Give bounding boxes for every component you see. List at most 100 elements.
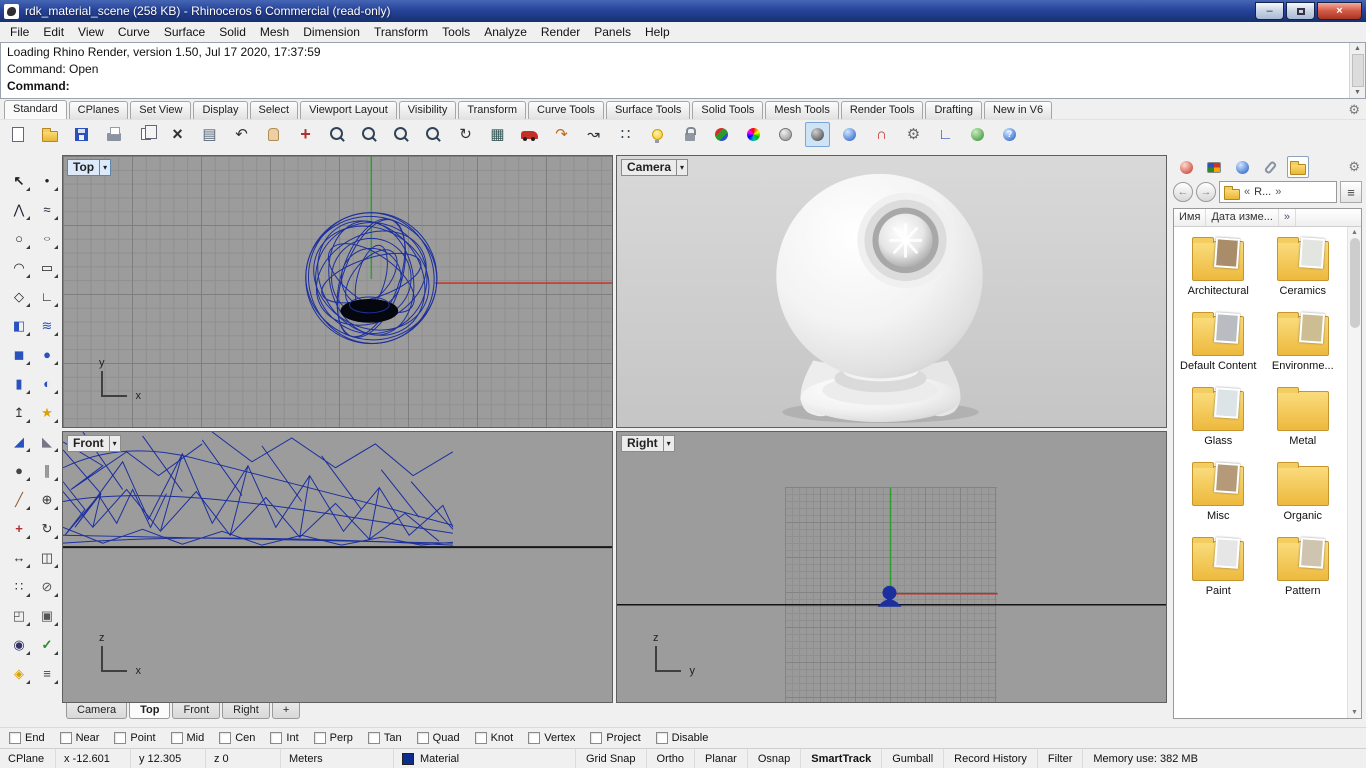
units-pane[interactable]: Meters	[281, 749, 394, 768]
zoom-extents-icon[interactable]	[421, 122, 446, 147]
toolbar-tab[interactable]: CPlanes	[69, 101, 129, 119]
rectangle-tool-icon[interactable]: ▭	[35, 255, 59, 279]
status-toggle[interactable]: Osnap	[748, 749, 801, 768]
viewport-title[interactable]: Top	[67, 159, 100, 176]
scrollbar-thumb[interactable]	[1352, 54, 1364, 87]
scale-tool-icon[interactable]: ↔	[7, 545, 31, 569]
panel-gear-icon[interactable]: ⚙	[1348, 159, 1360, 175]
toolbar-tab[interactable]: Surface Tools	[606, 101, 690, 119]
cplane-pane[interactable]: CPlane	[0, 749, 56, 768]
osnap-toggle[interactable]: Point	[114, 732, 155, 744]
checkbox[interactable]	[368, 732, 380, 744]
back-button[interactable]: ←	[1173, 182, 1193, 202]
viewport-menu-arrow-icon[interactable]: ▾	[110, 435, 121, 452]
viewport-title[interactable]: Camera	[621, 159, 677, 176]
save-icon[interactable]	[69, 122, 94, 147]
toolbar-tab[interactable]: Mesh Tools	[765, 101, 838, 119]
block-tool-icon[interactable]: ▣	[35, 603, 59, 627]
osnap-toggle[interactable]: Int	[270, 732, 298, 744]
delete-icon[interactable]: ×	[165, 122, 190, 147]
checkbox[interactable]	[314, 732, 326, 744]
library-folder-item[interactable]: Pattern	[1261, 535, 1346, 598]
checkbox[interactable]	[60, 732, 72, 744]
checkbox[interactable]	[171, 732, 183, 744]
curve-tool-icon[interactable]: ≈	[35, 197, 59, 221]
undo-icon[interactable]: ↶	[229, 122, 254, 147]
breadcrumb[interactable]: « R... »	[1219, 181, 1337, 203]
viewport-right[interactable]: Right ▾ z y	[616, 431, 1167, 703]
car-icon[interactable]	[517, 122, 542, 147]
viewport-menu-arrow-icon[interactable]: ▾	[677, 159, 688, 176]
column-header[interactable]: Дата изме...	[1206, 209, 1278, 226]
scroll-down-icon[interactable]: ▼	[1354, 89, 1361, 96]
toolbar-tab[interactable]: Standard	[4, 100, 67, 119]
viewport-title[interactable]: Front	[67, 435, 110, 452]
zoom-dynamic-icon[interactable]	[325, 122, 350, 147]
library-folder-item[interactable]: Architectural	[1176, 235, 1261, 298]
close-button[interactable]: ×	[1317, 2, 1362, 20]
menu-item[interactable]: Curve	[111, 23, 157, 41]
breadcrumb-left-chevron[interactable]: «	[1244, 186, 1250, 198]
viewport-tab[interactable]: Camera	[66, 703, 127, 719]
polygon-tool-icon[interactable]: ◇	[7, 284, 31, 308]
osnap-toggle[interactable]: Near	[60, 732, 100, 744]
checkbox[interactable]	[219, 732, 231, 744]
toolbar-tab[interactable]: Transform	[458, 101, 526, 119]
select-tool-icon[interactable]: ↖	[7, 168, 31, 192]
toolbar-tab[interactable]: Render Tools	[841, 101, 924, 119]
osnap-toggle[interactable]: Cen	[219, 732, 255, 744]
column-header[interactable]: Имя	[1174, 209, 1206, 226]
menu-item[interactable]: Dimension	[296, 23, 367, 41]
menu-item[interactable]: Panels	[587, 23, 638, 41]
scroll-down-icon[interactable]: ▼	[1351, 709, 1358, 716]
status-toggle[interactable]: Gumball	[882, 749, 944, 768]
copy-icon[interactable]	[133, 122, 158, 147]
checkbox[interactable]	[114, 732, 126, 744]
fillet-edge-tool-icon[interactable]: ◢	[7, 429, 31, 453]
sphere-tool-icon[interactable]: ●	[35, 342, 59, 366]
libraries-tab-icon[interactable]	[1287, 156, 1309, 178]
paste-icon[interactable]: ▤	[197, 122, 222, 147]
library-folder-item[interactable]: Glass	[1176, 385, 1261, 448]
shell-tool-icon[interactable]: ●	[7, 458, 31, 482]
zoom-selected-icon[interactable]	[389, 122, 414, 147]
materials-tab-icon[interactable]	[1175, 156, 1197, 178]
fillet-corner-tool-icon[interactable]: ∟	[35, 284, 59, 308]
status-toggle[interactable]: Grid Snap	[576, 749, 647, 768]
pencil-tool-icon[interactable]: ╱	[7, 487, 31, 511]
environment-tab-icon[interactable]	[1231, 156, 1253, 178]
viewport-tab[interactable]: Top	[129, 703, 170, 719]
ellipse-tool-icon[interactable]: ○	[35, 226, 59, 250]
extrude-tool-icon[interactable]: ↥	[7, 400, 31, 424]
menu-item[interactable]: Solid	[212, 23, 253, 41]
pipe-tool-icon[interactable]: ∥	[35, 458, 59, 482]
arc-tool-icon[interactable]: ◠	[7, 255, 31, 279]
scroll-up-icon[interactable]: ▲	[1351, 229, 1358, 236]
toolbar-tab[interactable]: Curve Tools	[528, 101, 604, 119]
move-view-icon[interactable]: +	[293, 122, 318, 147]
toolbar-tab[interactable]: Drafting	[925, 101, 982, 119]
scrollbar-thumb[interactable]	[1350, 238, 1360, 328]
check-tool-icon[interactable]: ✓	[35, 632, 59, 656]
open-file-icon[interactable]	[37, 122, 62, 147]
new-file-icon[interactable]	[5, 122, 30, 147]
maximize-button[interactable]	[1286, 2, 1315, 20]
osnap-toggle[interactable]: Quad	[417, 732, 460, 744]
rendered-view-icon[interactable]	[805, 122, 830, 147]
tabbar-gear-icon[interactable]: ⚙	[1348, 102, 1360, 118]
array-tool-icon[interactable]: ∷	[7, 574, 31, 598]
command-scrollbar[interactable]: ▲ ▼	[1349, 43, 1365, 98]
toolbar-tab[interactable]: Select	[250, 101, 299, 119]
zoom-window-icon[interactable]	[357, 122, 382, 147]
menu-item[interactable]: Edit	[36, 23, 71, 41]
help-icon[interactable]	[997, 122, 1022, 147]
library-folder-item[interactable]: Misc	[1176, 460, 1261, 523]
checkbox[interactable]	[417, 732, 429, 744]
render-icon[interactable]	[709, 122, 734, 147]
library-folder-item[interactable]: Environme...	[1261, 310, 1346, 373]
viewport-tab[interactable]: Front	[172, 703, 220, 719]
explode-tool-icon[interactable]: ★	[35, 400, 59, 424]
shaded-view-icon[interactable]	[773, 122, 798, 147]
circle-tool-icon[interactable]: ○	[7, 226, 31, 250]
menu-item[interactable]: Tools	[435, 23, 477, 41]
